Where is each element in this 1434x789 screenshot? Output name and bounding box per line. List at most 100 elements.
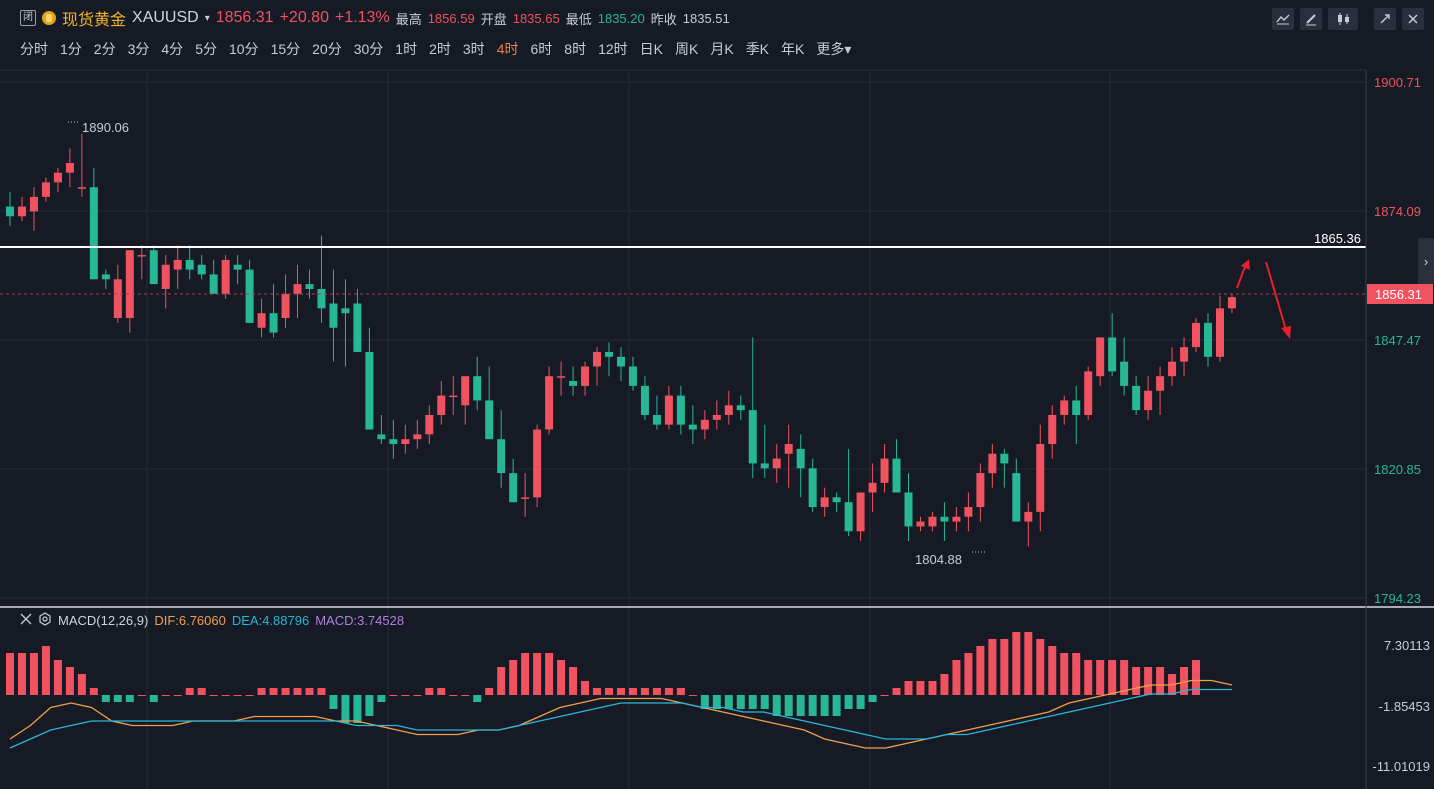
candle-body [425, 414, 434, 435]
candle-body [676, 395, 685, 425]
macd-settings-icon[interactable] [38, 612, 52, 629]
macd-histogram-bar [485, 688, 494, 695]
macd-histogram-bar [1000, 639, 1009, 695]
macd-histogram-bar [964, 653, 973, 695]
macd-histogram-bar [1036, 639, 1045, 695]
macd-dea-value: DEA:4.88796 [231, 613, 310, 628]
macd-histogram-bar [1096, 660, 1105, 695]
candle-body [317, 288, 326, 309]
macd-histogram-bar [545, 653, 554, 695]
candle-body [976, 473, 985, 508]
macd-histogram-bar [832, 695, 841, 716]
macd-histogram-bar [77, 674, 86, 695]
macd-axis: 7.30113 -1.85453 -11.01019 [1372, 638, 1430, 774]
candle-body [137, 255, 146, 257]
kline-chart[interactable]: 1865.36 1856.31 1890.06 1804.88 1900.711… [0, 0, 1434, 789]
macd-histogram-bar [616, 688, 625, 695]
macd-histogram-bar [1084, 660, 1093, 695]
candle-body [269, 313, 278, 333]
macd-histogram-bar [413, 695, 422, 696]
candle-body [1144, 390, 1153, 411]
macd-histogram-bar [581, 681, 590, 695]
macd-histogram-bar [53, 660, 62, 695]
macd-histogram-bar [904, 681, 913, 695]
macd-histogram-bar [317, 688, 326, 695]
horizontal-line-label: 1865.36 [1314, 231, 1361, 246]
macd-histogram-bar [952, 660, 961, 695]
macd-histogram-bar [820, 695, 829, 716]
macd-histogram-bar [65, 667, 74, 695]
candle-body [233, 264, 242, 270]
macd-histogram-bar [880, 695, 889, 696]
candle-body [1156, 376, 1165, 391]
price-axis-label: 1820.85 [1374, 462, 1421, 477]
candle-body [29, 196, 38, 212]
candle-body [1012, 473, 1021, 522]
candle-body [1000, 453, 1009, 464]
macd-histogram-bar [533, 653, 542, 695]
candle-body [760, 463, 769, 469]
candle-body [1120, 361, 1129, 386]
candle-body [892, 458, 901, 493]
candle-body [844, 502, 853, 532]
candle-body [964, 507, 973, 517]
candle-body [940, 516, 949, 522]
macd-histogram-bar [17, 653, 26, 695]
macd-histogram-bar [736, 695, 745, 709]
macd-hist-value: MACD:3.74528 [315, 613, 405, 628]
candle-body [173, 259, 182, 270]
candle-body [197, 264, 206, 275]
candle-body [1060, 400, 1069, 415]
macd-histogram-bar [473, 695, 482, 702]
macd-histogram-bar [125, 695, 134, 702]
macd-histogram-bar [652, 688, 661, 695]
macd-histogram-bar [1144, 667, 1153, 695]
candle-body [101, 274, 110, 280]
candle-body [533, 429, 542, 498]
macd-histogram-bar [293, 688, 302, 695]
macd-histogram-bar [173, 695, 182, 696]
macd-legend: MACD(12,26,9) DIF:6.76060 DEA:4.88796 MA… [20, 612, 404, 629]
macd-close-icon[interactable] [20, 613, 32, 628]
candle-body [1192, 322, 1201, 348]
candle-body [856, 492, 865, 532]
candle-body [53, 172, 62, 183]
candle-body [1024, 511, 1033, 522]
macd-histogram-bar [329, 695, 338, 709]
macd-histogram-bar [269, 688, 278, 695]
macd-histogram-bar [149, 695, 158, 702]
candle-body [437, 395, 446, 415]
candle-body [952, 516, 961, 522]
macd-histogram-bar [557, 660, 566, 695]
macd-histogram-bar [593, 688, 602, 695]
macd-histogram-bar [509, 660, 518, 695]
macd-histogram-bar [101, 695, 110, 702]
candle-body [329, 303, 338, 328]
candle-body [628, 366, 637, 386]
candle-body [1036, 444, 1045, 512]
candle-body [6, 206, 14, 217]
macd-histogram-bar [1156, 667, 1165, 695]
candle-body [640, 385, 649, 415]
candle-body [365, 351, 374, 430]
macd-panel [6, 632, 1233, 749]
macd-histogram-bar [281, 688, 290, 695]
macd-histogram-bar [161, 695, 170, 696]
macd-histogram-bar [1108, 660, 1117, 695]
candle-body [1108, 337, 1117, 372]
macd-dif-value: DIF:6.76060 [154, 613, 226, 628]
candle-body [605, 351, 613, 357]
macd-histogram-bar [784, 695, 793, 716]
candle-body [1180, 347, 1189, 362]
candle-body [341, 308, 350, 314]
candle-body [1215, 308, 1224, 357]
candle-body [724, 405, 733, 415]
macd-histogram-bar [221, 695, 230, 696]
candle-body [1204, 322, 1212, 357]
macd-histogram-bar [640, 688, 649, 695]
chevron-right-icon[interactable]: › [1418, 238, 1434, 284]
candle-body [461, 376, 470, 406]
candle-body [616, 356, 625, 367]
candle-body [77, 187, 86, 189]
candle-body [581, 366, 590, 386]
